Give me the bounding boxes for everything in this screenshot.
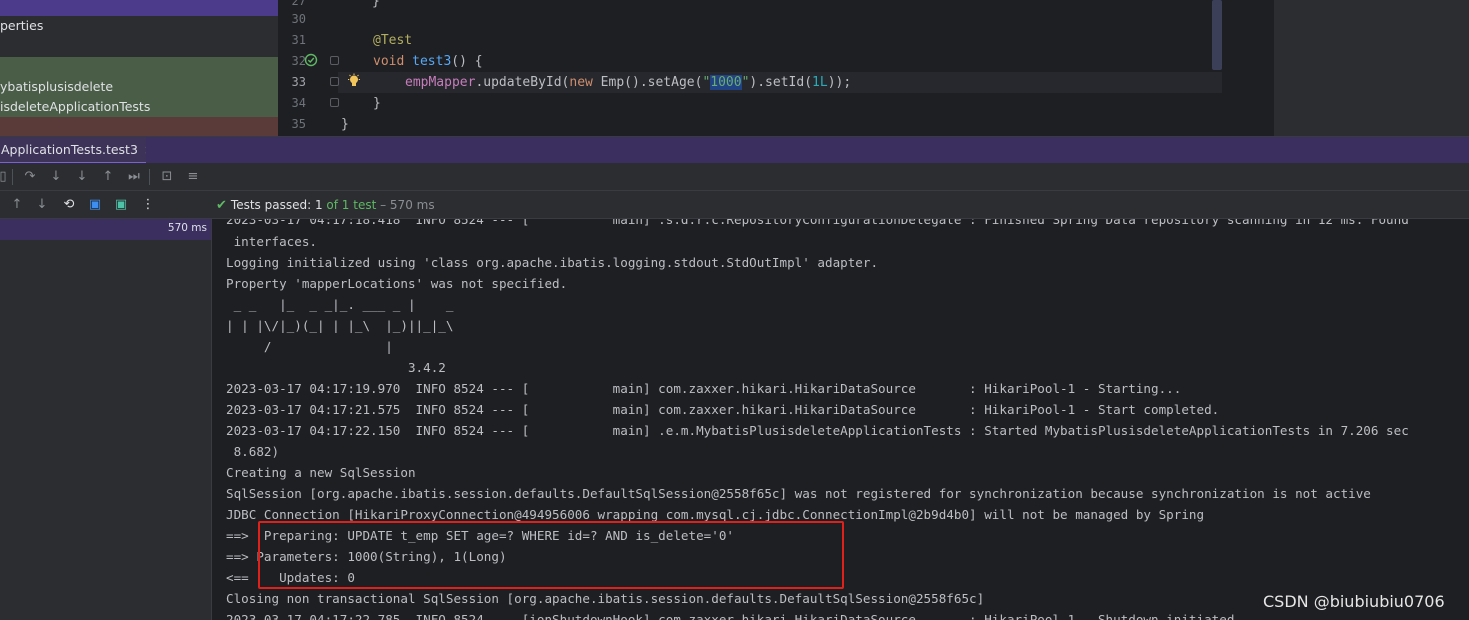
trace-icon[interactable]: ≡ — [184, 168, 202, 186]
method-name-token: test3 — [412, 54, 452, 69]
console-line: 2023-03-17 04:17:21.575 INFO 8524 --- [ … — [226, 402, 1220, 417]
more-options-icon[interactable]: ⋮ — [139, 196, 157, 214]
code-line-35: } — [341, 117, 349, 132]
console-line: Property 'mapperLocations' was not speci… — [226, 276, 568, 291]
line-number: 35 — [291, 117, 306, 131]
import-tests-icon[interactable]: ▣ — [86, 196, 104, 214]
console-line: 2023-03-17 04:17:18.418 INFO 8524 --- [ … — [226, 219, 1409, 227]
check-circle-icon: ✔ — [216, 198, 227, 213]
fold-marker-icon[interactable] — [330, 56, 339, 65]
number-token: 1L — [812, 75, 828, 90]
tree-changed-band — [0, 57, 278, 77]
selected-string-token[interactable]: 1000 — [710, 75, 742, 90]
history-icon[interactable]: ⟲ — [60, 196, 78, 214]
console-line: SqlSession [org.apache.ibatis.session.de… — [226, 486, 1371, 501]
code-editor[interactable]: 27 30 31 32 33 34 35 } @Test void test3(… — [278, 0, 1274, 136]
fold-marker-icon[interactable] — [330, 77, 339, 86]
console-line: 8.682) — [226, 444, 280, 459]
code-line-34: } — [373, 96, 381, 111]
line-number: 34 — [291, 96, 306, 110]
project-tree-selected-row[interactable] — [0, 0, 278, 16]
test-results-tree: 570 ms — [0, 219, 212, 620]
tree-item-package[interactable]: ybatisplusisdelete — [0, 77, 278, 97]
field-token: empMapper — [405, 75, 476, 90]
step-over-icon[interactable]: ↷ — [21, 168, 39, 186]
run-tab-label: ApplicationTests.test3 — [1, 142, 138, 157]
console-line: / | — [226, 339, 393, 354]
keyword-token: void — [373, 54, 405, 69]
sql-highlight-box — [258, 521, 844, 589]
console-line: Logging initialized using 'class org.apa… — [226, 255, 879, 270]
status-duration: – 570 ms — [380, 198, 435, 212]
previous-failed-icon[interactable]: ↑ — [8, 196, 26, 214]
step-out-icon[interactable]: ↑ — [99, 168, 117, 186]
console-line: | | |\/|_)(_| | |_\ |_)||_|_\ — [226, 318, 454, 333]
layout-icon[interactable]: ▯ — [0, 168, 12, 186]
tree-changed-band-red — [0, 117, 278, 136]
editor-scrollbar[interactable] — [1212, 0, 1222, 70]
debug-toolbar: ▯ ↷ ↓ ↓ ↑ ⏭ ⊡ ≡ — [0, 163, 1469, 191]
console-line: 2023-03-17 04:17:19.970 INFO 8524 --- [ … — [226, 381, 1182, 396]
editor-gutter: 27 30 31 32 33 34 35 — [278, 0, 360, 136]
console-output[interactable]: 2023-03-17 04:17:18.418 INFO 8524 --- [ … — [213, 219, 1469, 620]
status-of-total: of 1 test — [326, 198, 377, 212]
console-line: interfaces. — [226, 234, 317, 249]
status-prefix: Tests passed: — [230, 198, 315, 212]
run-tab-bar: ApplicationTests.test3× — [0, 136, 1469, 164]
test-duration: 570 ms — [167, 222, 207, 234]
code-line-32: void test3() { — [373, 54, 483, 69]
line-number: 31 — [291, 33, 306, 47]
code-line-close-brace: } — [372, 0, 380, 9]
console-line: _ _ |_ _ _|_. ___ _ | _ — [226, 297, 454, 312]
console-line: 2023-03-17 04:17:22.150 INFO 8524 --- [ … — [226, 423, 1409, 438]
toolbar-separator — [149, 169, 150, 185]
step-into-icon[interactable]: ↓ — [47, 168, 65, 186]
toolbar-separator — [12, 169, 13, 185]
line-number: 33 — [291, 75, 306, 89]
line-number: 30 — [291, 12, 306, 26]
export-tests-icon[interactable]: ▣ — [112, 196, 130, 214]
force-step-into-icon[interactable]: ↓ — [73, 168, 91, 186]
test-status: ✔ Tests passed: 1 of 1 test – 570 ms — [216, 197, 435, 213]
console-line: 3.4.2 — [226, 360, 446, 375]
status-count: 1 — [314, 198, 323, 212]
run-tab-test3[interactable]: ApplicationTests.test3× — [0, 137, 154, 164]
tree-item-test-class[interactable]: isdeleteApplicationTests — [0, 97, 278, 117]
code-line-31: @Test — [373, 30, 412, 51]
run-to-cursor-icon[interactable]: ⏭ — [125, 168, 143, 186]
test-tree-row[interactable]: 570 ms — [0, 219, 211, 240]
console-line: Creating a new SqlSession — [226, 465, 416, 480]
tree-item-properties[interactable]: perties — [0, 16, 278, 36]
line-number: 27 — [291, 0, 306, 8]
line-number: 32 — [291, 54, 306, 68]
tree-item-label: perties — [0, 18, 44, 33]
tree-item-label: ybatisplusisdelete — [0, 79, 114, 94]
console-line: Closing non transactional SqlSession [or… — [226, 591, 985, 606]
next-failed-icon[interactable]: ↓ — [33, 196, 51, 214]
watermark-text: CSDN @biubiubiu0706 — [1263, 592, 1445, 611]
console-line: 2023-03-17 04:17:22.785 INFO 8524 --- [i… — [226, 612, 1258, 620]
tab-bar-strip — [146, 137, 1469, 164]
code-line-33: empMapper.updateById(new Emp().setAge("1… — [405, 75, 852, 90]
right-side-panel — [1274, 0, 1469, 136]
run-test-passed-icon[interactable] — [304, 53, 318, 67]
code-area[interactable]: } @Test void test3() { empMapper.updateB… — [340, 0, 1274, 136]
evaluate-icon[interactable]: ⊡ — [158, 168, 176, 186]
tree-item-label: isdeleteApplicationTests — [0, 99, 151, 114]
keyword-token: new — [569, 75, 593, 90]
annotation-token: @Test — [373, 33, 413, 48]
project-tree: perties ybatisplusisdelete isdeleteAppli… — [0, 0, 278, 136]
fold-marker-icon[interactable] — [330, 98, 339, 107]
